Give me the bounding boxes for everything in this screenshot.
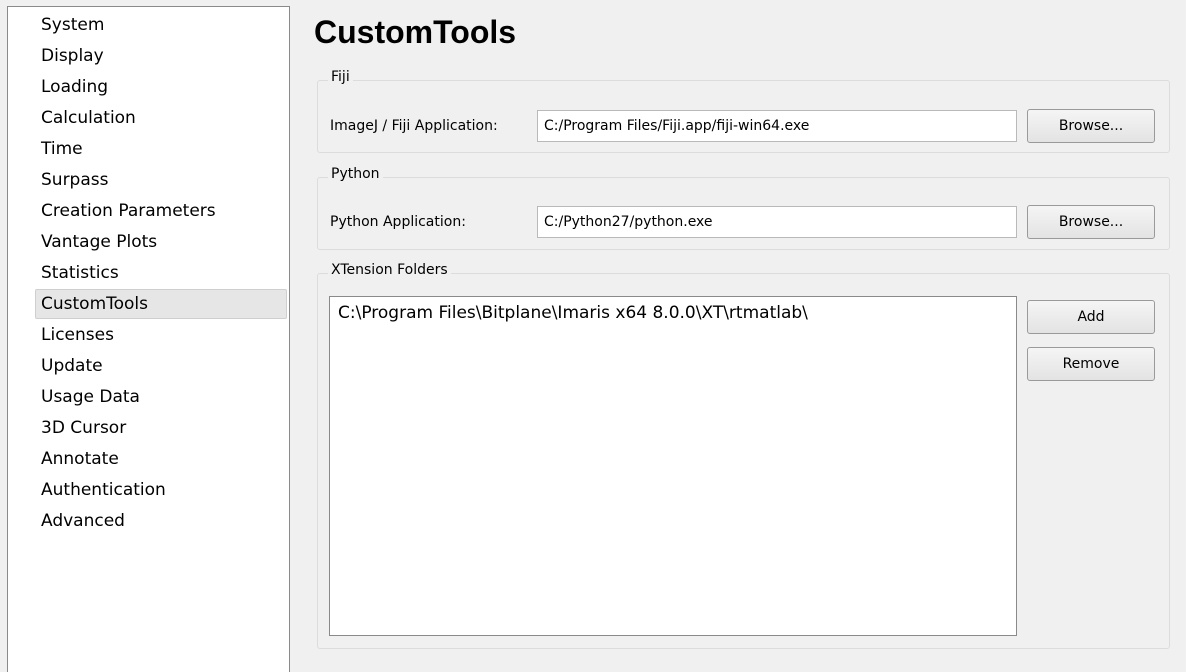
- sidebar-item-authentication[interactable]: Authentication: [35, 478, 287, 509]
- python-group-title: Python: [328, 165, 383, 183]
- sidebar-item-loading[interactable]: Loading: [35, 75, 287, 106]
- fiji-application-field[interactable]: [537, 110, 1017, 142]
- sidebar-item-calculation[interactable]: Calculation: [35, 106, 287, 137]
- python-application-label: Python Application:: [330, 214, 466, 230]
- sidebar-item-customtools[interactable]: CustomTools: [35, 289, 287, 319]
- sidebar-item-usage-data[interactable]: Usage Data: [35, 385, 287, 416]
- xtension-folders-list[interactable]: C:\Program Files\Bitplane\Imaris x64 8.0…: [329, 296, 1017, 636]
- fiji-browse-button[interactable]: Browse...: [1027, 109, 1155, 143]
- sidebar-item-statistics[interactable]: Statistics: [35, 261, 287, 292]
- sidebar-item-time[interactable]: Time: [35, 137, 287, 168]
- fiji-application-label: ImageJ / Fiji Application:: [330, 118, 498, 134]
- sidebar-item-display[interactable]: Display: [35, 44, 287, 75]
- sidebar-item-system[interactable]: System: [35, 13, 287, 44]
- sidebar-item-update[interactable]: Update: [35, 354, 287, 385]
- list-item[interactable]: C:\Program Files\Bitplane\Imaris x64 8.0…: [330, 297, 1016, 325]
- sidebar-item-surpass[interactable]: Surpass: [35, 168, 287, 199]
- sidebar-item-vantage-plots[interactable]: Vantage Plots: [35, 230, 287, 261]
- sidebar-item-licenses[interactable]: Licenses: [35, 323, 287, 354]
- sidebar-item-creation-parameters[interactable]: Creation Parameters: [35, 199, 287, 230]
- preferences-window: System Display Loading Calculation Time …: [0, 0, 1186, 672]
- add-folder-button[interactable]: Add: [1027, 300, 1155, 334]
- sidebar-item-advanced[interactable]: Advanced: [35, 509, 287, 540]
- python-application-field[interactable]: [537, 206, 1017, 238]
- xtension-folders-group-title: XTension Folders: [328, 261, 451, 279]
- page-title: CustomTools: [314, 14, 517, 50]
- preferences-sidebar: System Display Loading Calculation Time …: [7, 6, 290, 672]
- sidebar-item-annotate[interactable]: Annotate: [35, 447, 287, 478]
- python-browse-button[interactable]: Browse...: [1027, 205, 1155, 239]
- fiji-group-title: Fiji: [328, 68, 353, 86]
- remove-folder-button[interactable]: Remove: [1027, 347, 1155, 381]
- sidebar-item-3d-cursor[interactable]: 3D Cursor: [35, 416, 287, 447]
